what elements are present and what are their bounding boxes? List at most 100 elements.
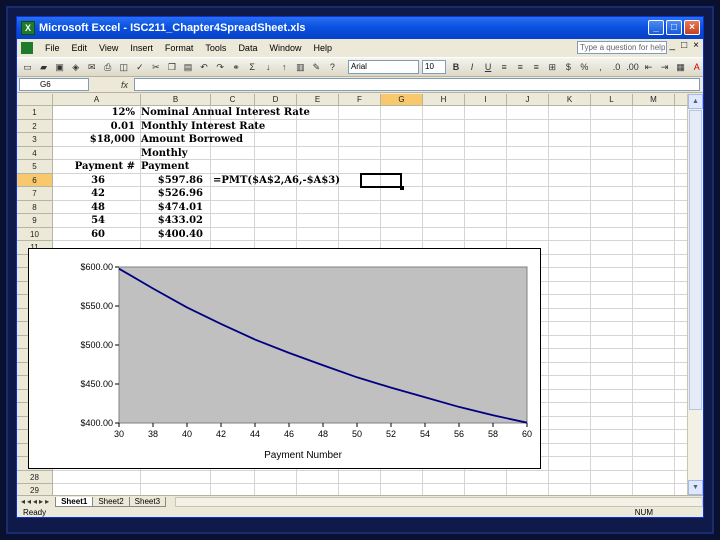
cell-c6[interactable]: =PMT($A$2,A6,-$A$3) xyxy=(213,174,340,188)
bold-button[interactable]: B xyxy=(449,60,462,74)
row-header-4[interactable]: 4 xyxy=(17,146,53,160)
row-header-1[interactable]: 1 xyxy=(17,106,53,120)
close-button[interactable]: × xyxy=(684,20,700,35)
cell-a10[interactable]: 60 xyxy=(53,228,105,242)
percent-button[interactable]: % xyxy=(578,60,591,74)
sort-asc-icon[interactable]: ↓ xyxy=(262,60,275,74)
column-header-d[interactable]: D xyxy=(255,94,297,106)
font-name-select[interactable]: Arial xyxy=(347,60,419,74)
menu-data[interactable]: Data xyxy=(232,43,263,53)
currency-button[interactable]: $ xyxy=(562,60,575,74)
horizontal-scrollbar[interactable] xyxy=(175,496,703,507)
underline-button[interactable]: U xyxy=(482,60,495,74)
column-header-i[interactable]: I xyxy=(465,94,507,106)
decrease-decimal-button[interactable]: .00 xyxy=(626,60,639,74)
chart-icon[interactable]: ▥ xyxy=(294,60,307,74)
row-header-7[interactable]: 7 xyxy=(17,187,53,201)
increase-decimal-button[interactable]: .0 xyxy=(610,60,623,74)
name-box[interactable]: G6 xyxy=(19,78,89,91)
menu-help[interactable]: Help xyxy=(307,43,338,53)
maximize-button[interactable]: □ xyxy=(666,20,682,35)
menu-insert[interactable]: Insert xyxy=(124,43,159,53)
undo-icon[interactable]: ↶ xyxy=(198,60,211,74)
column-header-m[interactable]: M xyxy=(633,94,675,106)
workbook-icon[interactable] xyxy=(21,42,33,54)
row-header-2[interactable]: 2 xyxy=(17,119,53,133)
row-header-10[interactable]: 10 xyxy=(17,227,53,241)
paste-icon[interactable]: ▤ xyxy=(181,60,194,74)
menu-file[interactable]: File xyxy=(39,43,66,53)
scroll-up-icon[interactable]: ▲ xyxy=(688,94,703,109)
doc-restore-button[interactable]: □ xyxy=(681,40,687,51)
menu-edit[interactable]: Edit xyxy=(66,43,94,53)
row-header-5[interactable]: 5 xyxy=(17,160,53,174)
column-header-h[interactable]: H xyxy=(423,94,465,106)
cell-a9[interactable]: 54 xyxy=(53,214,105,228)
tab-nav-arrows-icon[interactable]: ◂◂◂▸▸ xyxy=(21,497,51,506)
open-icon[interactable]: ▰ xyxy=(37,60,50,74)
menu-view[interactable]: View xyxy=(93,43,124,53)
column-header-g[interactable]: G xyxy=(381,94,423,106)
align-right-button[interactable]: ≡ xyxy=(530,60,543,74)
cell-a7[interactable]: 42 xyxy=(53,187,105,201)
copy-icon[interactable]: ❐ xyxy=(165,60,178,74)
column-header-a[interactable]: A xyxy=(53,94,141,106)
column-header-j[interactable]: J xyxy=(507,94,549,106)
vertical-scrollbar[interactable]: ▲ ▼ xyxy=(687,94,703,495)
preview-icon[interactable]: ◫ xyxy=(117,60,130,74)
autosum-icon[interactable]: Σ xyxy=(246,60,259,74)
doc-minimize-button[interactable]: _ xyxy=(670,40,676,51)
email-icon[interactable]: ✉ xyxy=(85,60,98,74)
decrease-indent-button[interactable]: ⇤ xyxy=(642,60,655,74)
align-left-button[interactable]: ≡ xyxy=(498,60,511,74)
merge-center-button[interactable]: ⊞ xyxy=(546,60,559,74)
help-icon[interactable]: ? xyxy=(326,60,339,74)
increase-indent-button[interactable]: ⇥ xyxy=(658,60,671,74)
doc-close-button[interactable]: × xyxy=(693,40,699,51)
comma-button[interactable]: , xyxy=(594,60,607,74)
menu-tools[interactable]: Tools xyxy=(199,43,232,53)
permission-icon[interactable]: ◈ xyxy=(69,60,82,74)
cell-a2[interactable]: 0.01 xyxy=(53,120,135,134)
cell-b5[interactable]: Payment xyxy=(141,160,189,174)
insert-function-icon[interactable]: fx xyxy=(121,80,128,90)
formula-input[interactable] xyxy=(134,78,700,91)
borders-button[interactable]: ▦ xyxy=(674,60,687,74)
row-header-29[interactable]: 29 xyxy=(17,484,53,495)
fill-handle[interactable] xyxy=(400,186,404,190)
payment-chart[interactable]: $400.00 $450.00 $500.00 $550.00 $600.00 30 38 4… xyxy=(28,248,541,469)
selected-cell-g6[interactable] xyxy=(360,173,402,188)
column-header-c[interactable]: C xyxy=(211,94,255,106)
row-header-3[interactable]: 3 xyxy=(17,133,53,147)
drawing-icon[interactable]: ✎ xyxy=(310,60,323,74)
print-icon[interactable]: ⎙ xyxy=(101,60,114,74)
cell-a8[interactable]: 48 xyxy=(53,201,105,215)
spell-icon[interactable]: ✓ xyxy=(133,60,146,74)
help-search-input[interactable]: Type a question for help xyxy=(577,41,667,54)
column-header-e[interactable]: E xyxy=(297,94,339,106)
column-header-b[interactable]: B xyxy=(141,94,211,106)
menu-window[interactable]: Window xyxy=(263,43,307,53)
cell-b10[interactable]: $400.40 xyxy=(141,228,203,242)
column-header-k[interactable]: K xyxy=(549,94,591,106)
row-header-8[interactable]: 8 xyxy=(17,200,53,214)
minimize-button[interactable]: _ xyxy=(648,20,664,35)
row-header-6[interactable]: 6 xyxy=(17,173,53,187)
cell-b6[interactable]: $597.86 xyxy=(141,174,203,188)
cell-b4[interactable]: Monthly xyxy=(141,147,188,161)
new-icon[interactable]: ▭ xyxy=(21,60,34,74)
column-header-f[interactable]: F xyxy=(339,94,381,106)
cell-b2[interactable]: Monthly Interest Rate xyxy=(141,120,265,134)
redo-icon[interactable]: ↷ xyxy=(214,60,227,74)
column-header-l[interactable]: L xyxy=(591,94,633,106)
cell-a1[interactable]: 12% xyxy=(53,106,135,120)
tab-sheet3[interactable]: Sheet3 xyxy=(128,496,167,507)
hyperlink-icon[interactable]: ⚭ xyxy=(230,60,243,74)
menu-format[interactable]: Format xyxy=(159,43,200,53)
title-bar[interactable]: X Microsoft Excel - ISC211_Chapter4Sprea… xyxy=(17,17,703,39)
tab-sheet1[interactable]: Sheet1 xyxy=(55,496,94,507)
font-color-button[interactable]: A xyxy=(690,60,703,74)
scroll-thumb[interactable] xyxy=(689,110,702,410)
row-header-28[interactable]: 28 xyxy=(17,470,53,484)
cell-b1[interactable]: Nominal Annual Interest Rate xyxy=(141,106,310,120)
